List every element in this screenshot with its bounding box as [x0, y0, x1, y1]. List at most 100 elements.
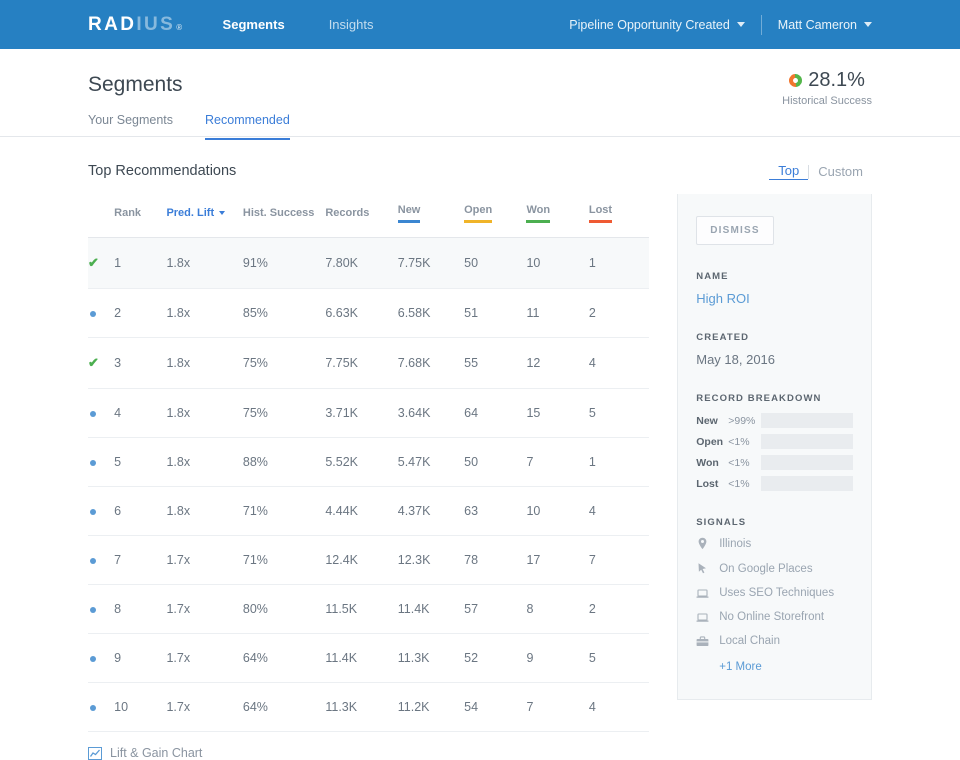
user-menu[interactable]: Matt Cameron — [778, 18, 872, 32]
tab-your-segments[interactable]: Your Segments — [88, 113, 173, 140]
lift-and-gain-chart-label: Lift & Gain Chart — [110, 746, 202, 760]
table-row[interactable]: ✔11.8x91%7.80K7.75K50101 — [88, 238, 649, 289]
view-toggle-top[interactable]: Top — [769, 163, 808, 180]
table-row[interactable]: 51.8x88%5.52K5.47K5071 — [88, 438, 649, 487]
main-content: Top Recommendations Top Custom Rank Pred… — [0, 137, 960, 760]
historical-success-value-row: 28.1% — [782, 69, 872, 92]
nav-divider — [761, 15, 762, 35]
cell-lost: 5 — [589, 389, 649, 438]
section-header: Top Recommendations Top Custom — [88, 163, 872, 180]
column-header-open[interactable]: Open — [464, 194, 526, 238]
cell-new: 3.64K — [398, 389, 464, 438]
signals-label: SIGNALS — [696, 517, 853, 528]
registered-mark: ® — [176, 23, 184, 32]
cell-new: 5.47K — [398, 438, 464, 487]
checkmark-icon: ✔ — [88, 238, 114, 289]
cell-hist-success: 71% — [243, 536, 325, 585]
pipeline-selector[interactable]: Pipeline Opportunity Created — [569, 18, 745, 32]
table-row[interactable]: ✔31.8x75%7.75K7.68K55124 — [88, 338, 649, 389]
laptop-icon — [696, 588, 709, 599]
cell-records: 5.52K — [325, 438, 397, 487]
table-header: Rank Pred. Lift Hist. Success Records Ne… — [88, 194, 649, 238]
nav-link-insights[interactable]: Insights — [329, 0, 374, 49]
cell-open: 52 — [464, 634, 526, 683]
cursor-icon — [696, 562, 709, 575]
record-breakdown-label: RECORD BREAKDOWN — [696, 393, 853, 404]
cell-pred-lift: 1.8x — [166, 238, 242, 289]
view-toggle-custom[interactable]: Custom — [809, 164, 872, 179]
primary-nav-links: Segments Insights — [223, 0, 374, 49]
cell-lost: 1 — [589, 238, 649, 289]
donut-chart-icon — [787, 71, 805, 89]
signals-list: IllinoisOn Google PlacesUses SEO Techniq… — [696, 537, 853, 647]
detail-panel: DISMISS NAME High ROI CREATED May 18, 20… — [677, 194, 872, 700]
laptop-icon — [696, 612, 709, 623]
table-row[interactable]: 41.8x75%3.71K3.64K64155 — [88, 389, 649, 438]
column-header-hist-success[interactable]: Hist. Success — [243, 194, 325, 238]
nav-link-segments[interactable]: Segments — [223, 0, 285, 49]
cell-won: 17 — [526, 536, 588, 585]
checkmark-icon: ✔ — [88, 338, 114, 389]
segment-name-value[interactable]: High ROI — [696, 291, 853, 306]
more-signals-link[interactable]: +1 More — [719, 661, 853, 673]
breakdown-name: Lost — [696, 478, 728, 490]
column-header-won[interactable]: Won — [526, 194, 588, 238]
cell-records: 7.75K — [325, 338, 397, 389]
cell-hist-success: 85% — [243, 289, 325, 338]
lift-and-gain-chart-link[interactable]: Lift & Gain Chart — [88, 732, 649, 760]
breakdown-name: Open — [696, 436, 728, 448]
briefcase-icon — [696, 636, 709, 647]
cell-rank: 8 — [114, 585, 166, 634]
section-title: Top Recommendations — [88, 163, 236, 179]
user-menu-label: Matt Cameron — [778, 18, 857, 32]
dismiss-button[interactable]: DISMISS — [696, 216, 774, 245]
status-dot-icon — [88, 634, 114, 683]
cell-won: 10 — [526, 487, 588, 536]
signal-label: No Online Storefront — [719, 611, 824, 623]
cell-hist-success: 64% — [243, 634, 325, 683]
tab-recommended[interactable]: Recommended — [205, 113, 290, 140]
breakdown-percent: <1% — [728, 457, 761, 469]
cell-hist-success: 64% — [243, 683, 325, 732]
table-row[interactable]: 91.7x64%11.4K11.3K5295 — [88, 634, 649, 683]
breakdown-row: Lost<1% — [696, 476, 853, 491]
page-header: Segments Your Segments Recommended 28.1%… — [0, 49, 960, 137]
cell-lost: 2 — [589, 289, 649, 338]
radius-logo[interactable]: RADIUS® — [88, 14, 185, 36]
breakdown-percent: <1% — [728, 478, 761, 490]
cell-hist-success: 91% — [243, 238, 325, 289]
table-row[interactable]: 101.7x64%11.3K11.2K5474 — [88, 683, 649, 732]
cell-pred-lift: 1.7x — [166, 634, 242, 683]
page-title: Segments — [88, 73, 872, 97]
historical-success-label: Historical Success — [782, 95, 872, 107]
cell-lost: 1 — [589, 438, 649, 487]
cell-hist-success: 88% — [243, 438, 325, 487]
column-header-lost[interactable]: Lost — [589, 194, 649, 238]
column-header-pred-lift[interactable]: Pred. Lift — [166, 194, 242, 238]
table-row[interactable]: 21.8x85%6.63K6.58K51112 — [88, 289, 649, 338]
table-row[interactable]: 61.8x71%4.44K4.37K63104 — [88, 487, 649, 536]
cell-open: 64 — [464, 389, 526, 438]
cell-new: 7.68K — [398, 338, 464, 389]
cell-lost: 5 — [589, 634, 649, 683]
cell-pred-lift: 1.7x — [166, 585, 242, 634]
status-dot-icon — [88, 289, 114, 338]
content-panes: Rank Pred. Lift Hist. Success Records Ne… — [88, 194, 872, 760]
cell-lost: 4 — [589, 683, 649, 732]
cell-pred-lift: 1.7x — [166, 536, 242, 585]
signal-item: On Google Places — [696, 562, 853, 575]
breakdown-bar-track — [761, 455, 853, 470]
signal-item: Local Chain — [696, 635, 853, 647]
column-header-records[interactable]: Records — [325, 194, 397, 238]
table-row[interactable]: 71.7x71%12.4K12.3K78177 — [88, 536, 649, 585]
column-header-new[interactable]: New — [398, 194, 464, 238]
cell-rank: 1 — [114, 238, 166, 289]
cell-pred-lift: 1.8x — [166, 289, 242, 338]
table-row[interactable]: 81.7x80%11.5K11.4K5782 — [88, 585, 649, 634]
sort-descending-icon — [219, 211, 225, 215]
breakdown-percent: <1% — [728, 436, 761, 448]
cell-new: 6.58K — [398, 289, 464, 338]
column-header-rank[interactable]: Rank — [114, 194, 166, 238]
page-tabs: Your Segments Recommended — [88, 113, 872, 140]
chevron-down-icon — [737, 22, 745, 27]
